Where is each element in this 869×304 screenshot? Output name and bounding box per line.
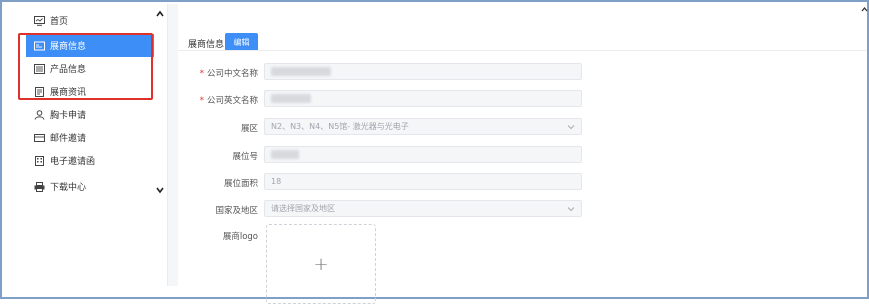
sidebar-item-label: 下载中心 [50,183,87,193]
building-icon [34,155,45,166]
hall-label: 展区 [240,124,258,134]
edit-button[interactable]: 编辑 [225,33,258,51]
required-mark: * [199,69,204,79]
chevron-down-icon [567,125,575,130]
page-title: 展商信息 [188,40,225,50]
printer-icon [34,181,45,192]
hall-value: N2、N3、N4、N5馆- 激光器与光电子 [271,122,409,131]
company-en-label: * 公司英文名称 [199,96,258,106]
booth-area-field[interactable]: 18 [264,173,582,190]
sidebar-item-e-invitation[interactable]: 电子邀请函 [26,149,154,172]
sidebar-item-email-invite[interactable]: 邮件邀请 [26,126,154,149]
mail-icon [34,133,45,143]
annotation-highlight-box [18,33,153,100]
chevron-up-icon[interactable] [860,4,869,16]
booth-area-value: 18 [271,177,282,186]
company-cn-field[interactable] [264,63,582,80]
sidebar-item-download-center[interactable]: 下载中心 [26,175,154,198]
country-select[interactable]: 请选择国家及地区 [264,200,582,217]
hall-select[interactable]: N2、N3、N4、N5馆- 激光器与光电子 [264,118,582,135]
company-en-field[interactable] [264,90,582,107]
country-label: 国家及地区 [215,206,258,216]
sidebar-item-label: 电子邀请函 [50,157,96,167]
window-frame: 首页 展商信息 产品信息 展商资讯 胸卡申请 邮件邀请 电子邀请函 下载中心 展… [0,0,869,304]
plus-icon: + [313,253,329,275]
monitor-icon [34,15,45,26]
logo-upload[interactable]: + [266,224,376,304]
sidebar-item-label: 邮件邀请 [50,134,87,144]
company-cn-label: * 公司中文名称 [199,69,258,79]
user-icon [34,109,45,120]
country-placeholder: 请选择国家及地区 [271,204,335,213]
sidebar-item-label: 首页 [50,17,69,27]
required-mark: * [199,96,204,106]
redacted-value [271,94,311,103]
booth-area-label: 展位面积 [223,179,258,189]
sidebar-item-home[interactable]: 首页 [26,9,154,32]
chevron-down-icon [567,207,575,212]
divider-strip [168,4,178,286]
redacted-value [271,67,331,76]
redacted-value [271,150,299,159]
header-divider [178,50,867,51]
booth-no-label: 展位号 [232,152,258,162]
booth-no-field[interactable] [264,146,582,163]
sidebar-item-label: 胸卡申请 [50,111,87,121]
chevron-up-icon[interactable] [155,9,165,19]
sidebar-item-badge-application[interactable]: 胸卡申请 [26,103,154,126]
logo-label: 展商logo [222,232,258,242]
main-content: 展商信息 编辑 * 公司中文名称 * 公司英文名称 展区 N2、N3、N4、N5馆-… [178,4,867,304]
